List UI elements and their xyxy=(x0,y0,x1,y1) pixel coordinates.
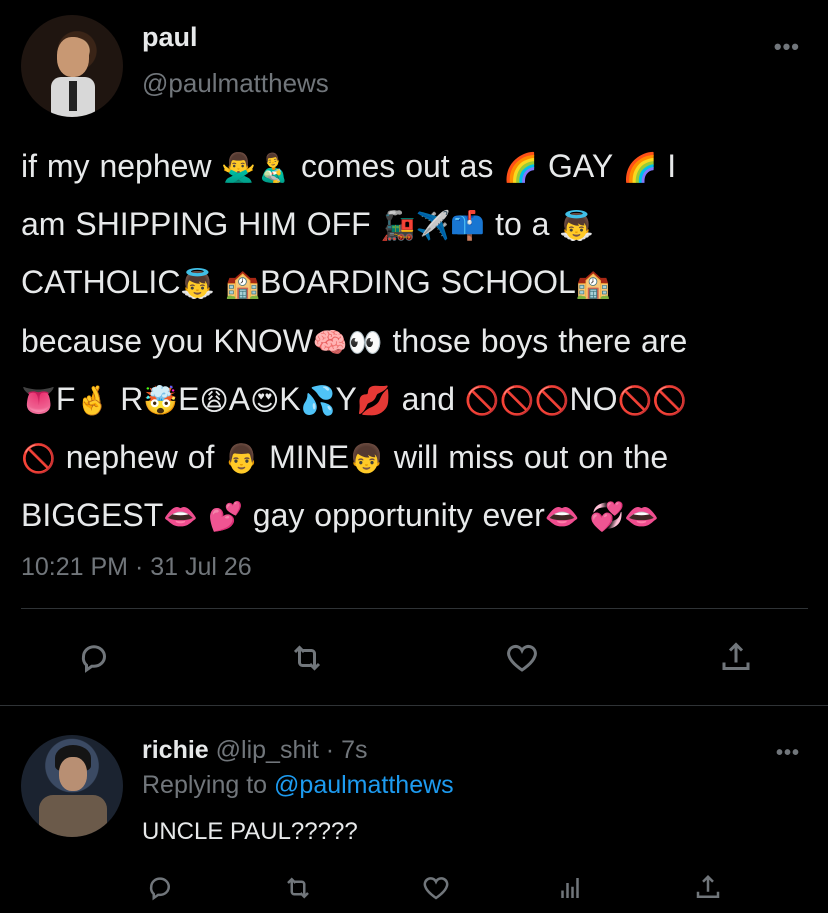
emoji: 🧠👀 xyxy=(312,325,383,359)
emoji: 🚂✈️📫 xyxy=(380,209,486,243)
tweet-text-line: am SHIPPING HIM OFF 🚂✈️📫 to a 👼 xyxy=(21,196,811,254)
emoji: 🚫🚫 xyxy=(617,383,688,417)
tweet-text-line: because you KNOW🧠👀 those boys there are xyxy=(21,313,811,371)
heart-icon[interactable] xyxy=(502,638,542,678)
author-name[interactable]: paul xyxy=(142,22,198,53)
tweet-text-segment: because you KNOW xyxy=(21,322,313,359)
emoji: 🚫🚫🚫 xyxy=(464,383,570,417)
tweet-text-segment: comes out as xyxy=(291,148,504,184)
emoji: 🤯 xyxy=(143,383,179,417)
reply-text: UNCLE PAUL????? xyxy=(142,818,358,845)
tweet-text-segment: K xyxy=(279,380,301,417)
tweet-text-segment: those boys there are xyxy=(382,322,688,359)
tweet-text-line: CATHOLIC👼 🏫BOARDING SCHOOL🏫 xyxy=(21,254,811,312)
tweet-text-segment: CATHOLIC xyxy=(21,264,181,301)
emoji: 🌈 xyxy=(622,151,658,184)
avatar[interactable] xyxy=(21,735,123,837)
emoji: 👼 xyxy=(559,209,595,243)
tweet-text-line: BIGGEST👄 💕 gay opportunity ever👄 💞👄 xyxy=(21,487,811,545)
emoji: 👅 xyxy=(21,383,56,417)
more-options-icon[interactable]: ••• xyxy=(776,742,800,765)
emoji: 🚫 xyxy=(21,442,56,476)
reply-author-handle[interactable]: @lip_shit xyxy=(216,736,319,764)
tweet-text-segment: Y xyxy=(335,380,357,417)
emoji: 🌈 xyxy=(503,151,539,184)
tweet-text-segment: to a xyxy=(485,206,560,243)
reply-author-name[interactable]: richie xyxy=(142,736,209,764)
emoji: 👼 🏫 xyxy=(180,267,261,301)
emoji: 👨 xyxy=(224,442,260,476)
reply-actions xyxy=(0,868,828,908)
share-icon[interactable] xyxy=(688,868,728,908)
tweet-text-segment: R xyxy=(110,380,144,417)
emoji: 😍 xyxy=(250,383,280,417)
tweet-text-segment: if my nephew xyxy=(21,148,222,184)
retweet-icon[interactable] xyxy=(287,638,327,678)
tweet-text-line: 🚫 nephew of 👨 MINE👦 will miss out on the xyxy=(21,429,811,487)
emoji: 💦 xyxy=(300,383,336,417)
avatar[interactable] xyxy=(21,15,123,117)
tweet-text-segment: GAY xyxy=(538,148,623,184)
tweet-text-segment: MINE xyxy=(259,439,350,476)
tweet-text-segment: gay opportunity ever xyxy=(242,497,545,534)
replying-to: Replying to @paulmatthews xyxy=(142,771,454,800)
author-handle[interactable]: @paulmatthews xyxy=(142,68,329,99)
emoji: 💋 xyxy=(356,383,392,417)
reply-tweet[interactable]: richie @lip_shit · 7s ••• Replying to @p… xyxy=(0,706,828,913)
divider xyxy=(21,608,808,609)
main-tweet: paul @paulmatthews ••• if my nephew 🙅‍♂️… xyxy=(0,0,828,705)
emoji: 🏫 xyxy=(575,267,611,301)
tweet-text-segment: nephew of xyxy=(55,439,225,476)
emoji: 👄 💕 xyxy=(163,500,243,534)
tweet-text-segment: E xyxy=(178,380,200,417)
tweet-text-segment: BIGGEST xyxy=(21,497,164,534)
replying-mention-link[interactable]: @paulmatthews xyxy=(274,771,454,799)
tweet-text-segment: BOARDING SCHOOL xyxy=(260,264,576,301)
emoji: 🙅‍♂️👨‍🍼 xyxy=(221,151,292,184)
emoji: 😩 xyxy=(199,383,229,417)
tweet-actions xyxy=(0,638,828,678)
share-icon[interactable] xyxy=(716,638,756,678)
tweet-text-segment: I xyxy=(657,148,677,184)
analytics-icon[interactable] xyxy=(550,868,590,908)
more-options-icon[interactable]: ••• xyxy=(774,34,800,60)
emoji: 🤞 xyxy=(75,383,111,417)
tweet-text-segment: am SHIPPING HIM OFF xyxy=(21,206,381,243)
tweet-text-segment: F xyxy=(55,380,76,417)
reply-icon[interactable] xyxy=(140,868,180,908)
tweet-text-segment: and xyxy=(391,380,465,417)
tweet-timestamp[interactable]: 10:21 PM · 31 Jul 26 xyxy=(21,553,252,582)
heart-icon[interactable] xyxy=(416,868,456,908)
emoji: 👄 💞👄 xyxy=(544,500,660,534)
tweet-text-line: 👅F🤞 R🤯E😩A😍K💦Y💋 and 🚫🚫🚫NO🚫🚫 xyxy=(21,371,811,429)
tweet-text-line: if my nephew 🙅‍♂️👨‍🍼 comes out as 🌈 GAY … xyxy=(21,138,811,196)
tweet-text: if my nephew 🙅‍♂️👨‍🍼 comes out as 🌈 GAY … xyxy=(21,138,811,545)
retweet-icon[interactable] xyxy=(278,868,318,908)
tweet-text-segment: NO xyxy=(569,380,618,417)
replying-prefix: Replying to xyxy=(142,771,275,799)
reply-header: richie @lip_shit · 7s xyxy=(142,736,367,765)
reply-icon[interactable] xyxy=(74,638,114,678)
reply-time: · 7s xyxy=(318,736,368,764)
tweet-text-segment: will miss out on the xyxy=(383,439,669,476)
tweet-text-segment: A xyxy=(228,380,251,417)
emoji: 👦 xyxy=(349,442,384,476)
